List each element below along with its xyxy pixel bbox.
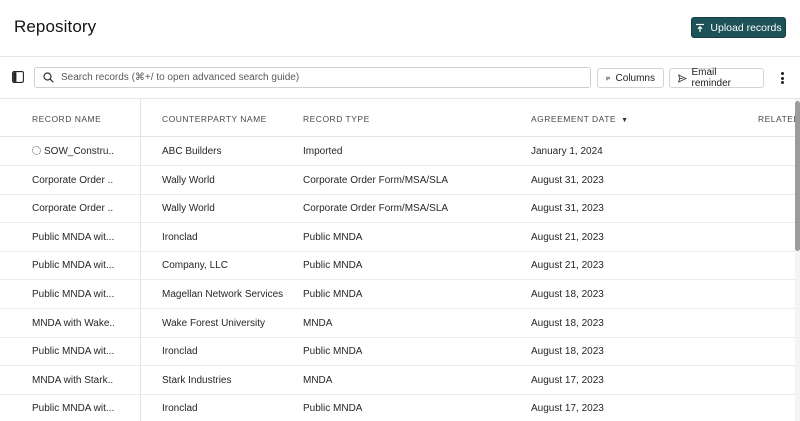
agreement-date-cell: January 1, 2024 xyxy=(531,146,603,157)
table-row[interactable]: Public MNDA wit... Ironclad Public MNDA Aug… xyxy=(0,394,800,421)
toolbar: Columns Email reminder xyxy=(0,57,800,99)
record-name-cell[interactable]: Public MNDA wit... xyxy=(32,232,114,243)
table-row[interactable]: Public MNDA wit... Ironclad Public MNDA Aug… xyxy=(0,337,800,367)
agreement-date-label: AGREEMENT DATE xyxy=(531,114,617,124)
table-header: RECORD NAME COUNTERPARTY NAME RECORD TYP… xyxy=(0,99,800,137)
column-header-record-name[interactable]: RECORD NAME xyxy=(32,114,101,124)
columns-icon xyxy=(606,76,610,80)
email-reminder-button[interactable]: Email reminder xyxy=(669,67,764,89)
upload-icon xyxy=(696,23,705,32)
columns-button[interactable]: Columns xyxy=(597,68,664,88)
agreement-date-cell: August 18, 2023 xyxy=(531,317,604,329)
record-name-cell[interactable]: Public MNDA wit... xyxy=(32,289,114,300)
page-header: Repository Upload records xyxy=(0,0,800,57)
column-header-related[interactable]: RELATED xyxy=(758,114,800,124)
page-title: Repository xyxy=(14,17,97,36)
record-name-text: Public MNDA wit... xyxy=(32,346,114,358)
upload-records-label: Upload records xyxy=(710,21,782,34)
record-name-cell[interactable]: Public MNDA wit... xyxy=(32,260,114,271)
record-type-cell: Corporate Order Form/MSA/SLA xyxy=(303,203,449,215)
search-box[interactable] xyxy=(34,67,591,88)
counterparty-cell: Stark Industries xyxy=(162,374,232,386)
counterparty-cell: Wake Forest University xyxy=(162,317,265,329)
send-icon xyxy=(678,73,687,83)
email-reminder-label: Email reminder xyxy=(691,67,731,89)
agreement-date-cell: August 18, 2023 xyxy=(531,346,604,358)
record-name-cell[interactable]: MNDA with Wake... xyxy=(32,318,114,329)
sort-descending-icon: ▼ xyxy=(621,117,629,124)
record-name-text: SOW_Constru... xyxy=(44,146,114,157)
record-name-text: Public MNDA wit... xyxy=(32,403,114,415)
table-row[interactable]: Public MNDA wit... Ironclad Public MNDA Aug… xyxy=(0,223,800,252)
record-type-cell: Corporate Order Form/MSA/SLA xyxy=(303,174,449,186)
table-row[interactable]: Public MNDA wit... Magellan Network Servi… xyxy=(0,280,800,309)
agreement-date-cell: August 18, 2023 xyxy=(531,289,604,300)
record-type-cell: Public MNDA xyxy=(303,346,363,358)
record-name-text: Public MNDA wit... xyxy=(32,231,114,243)
records-table: RECORD NAME COUNTERPARTY NAME RECORD TYP… xyxy=(0,99,800,421)
record-name-cell[interactable]: Corporate Order ... xyxy=(32,175,114,186)
counterparty-cell: Wally World xyxy=(162,174,215,186)
record-type-cell: Public MNDA xyxy=(303,403,363,415)
column-header-counterparty[interactable]: COUNTERPARTY NAME xyxy=(162,114,267,124)
vertical-scrollbar[interactable] xyxy=(795,99,800,421)
loading-spinner-icon xyxy=(32,146,41,155)
table-row[interactable]: Corporate Order ... Wally World Corporate … xyxy=(0,166,800,195)
sidebar-toggle-icon[interactable] xyxy=(12,71,24,83)
agreement-date-cell: August 17, 2023 xyxy=(531,374,604,386)
table-row[interactable]: Public MNDA wit... Company, LLC Public MND… xyxy=(0,251,800,281)
record-type-cell: Public MNDA xyxy=(303,231,363,243)
record-type-cell: Public MNDA xyxy=(303,289,363,300)
agreement-date-cell: August 21, 2023 xyxy=(531,231,604,243)
counterparty-cell: Company, LLC xyxy=(162,260,228,272)
counterparty-cell: Ironclad xyxy=(162,403,198,415)
agreement-date-cell: August 17, 2023 xyxy=(531,403,604,415)
record-name-cell[interactable]: SOW_Constru... xyxy=(32,146,114,157)
record-name-cell[interactable]: MNDA with Stark... xyxy=(32,375,114,386)
record-name-text: Corporate Order ... xyxy=(32,203,114,215)
counterparty-cell: ABC Builders xyxy=(162,146,222,157)
search-icon xyxy=(43,72,54,83)
record-type-cell: Imported xyxy=(303,146,343,157)
record-name-text: Corporate Order ... xyxy=(32,174,114,186)
table-row[interactable]: SOW_Constru... ABC Builders Imported Januar… xyxy=(0,137,800,166)
columns-label: Columns xyxy=(615,72,655,84)
record-type-cell: Public MNDA xyxy=(303,260,363,272)
agreement-date-cell: August 31, 2023 xyxy=(531,174,604,186)
table-row[interactable]: Corporate Order ... Wally World Corporate … xyxy=(0,194,800,224)
upload-records-button[interactable]: Upload records xyxy=(691,17,786,38)
record-name-text: Public MNDA wit... xyxy=(32,260,114,272)
column-header-record-type[interactable]: RECORD TYPE xyxy=(303,114,370,124)
agreement-date-cell: August 31, 2023 xyxy=(531,203,604,215)
record-name-text: MNDA with Stark... xyxy=(32,374,114,386)
record-type-cell: MNDA xyxy=(303,374,333,386)
table-row[interactable]: MNDA with Stark... Stark Industries MNDA Au… xyxy=(0,366,800,395)
record-name-text: Public MNDA wit... xyxy=(32,289,114,300)
agreement-date-cell: August 21, 2023 xyxy=(531,260,604,272)
more-options-icon[interactable] xyxy=(776,71,788,85)
record-name-text: MNDA with Wake... xyxy=(32,317,114,329)
counterparty-cell: Ironclad xyxy=(162,231,198,243)
record-name-cell[interactable]: Public MNDA wit... xyxy=(32,346,114,357)
search-input[interactable] xyxy=(61,72,581,83)
counterparty-cell: Wally World xyxy=(162,203,215,215)
counterparty-cell: Magellan Network Services xyxy=(162,289,284,300)
record-name-cell[interactable]: Corporate Order ... xyxy=(32,203,114,214)
scrollbar-thumb[interactable] xyxy=(795,101,800,251)
column-header-agreement-date[interactable]: AGREEMENT DATE ▼ xyxy=(531,114,629,124)
record-name-cell[interactable]: Public MNDA wit... xyxy=(32,403,114,414)
counterparty-cell: Ironclad xyxy=(162,346,198,358)
table-row[interactable]: MNDA with Wake... Wake Forest University M… xyxy=(0,309,800,338)
record-type-cell: MNDA xyxy=(303,317,333,329)
